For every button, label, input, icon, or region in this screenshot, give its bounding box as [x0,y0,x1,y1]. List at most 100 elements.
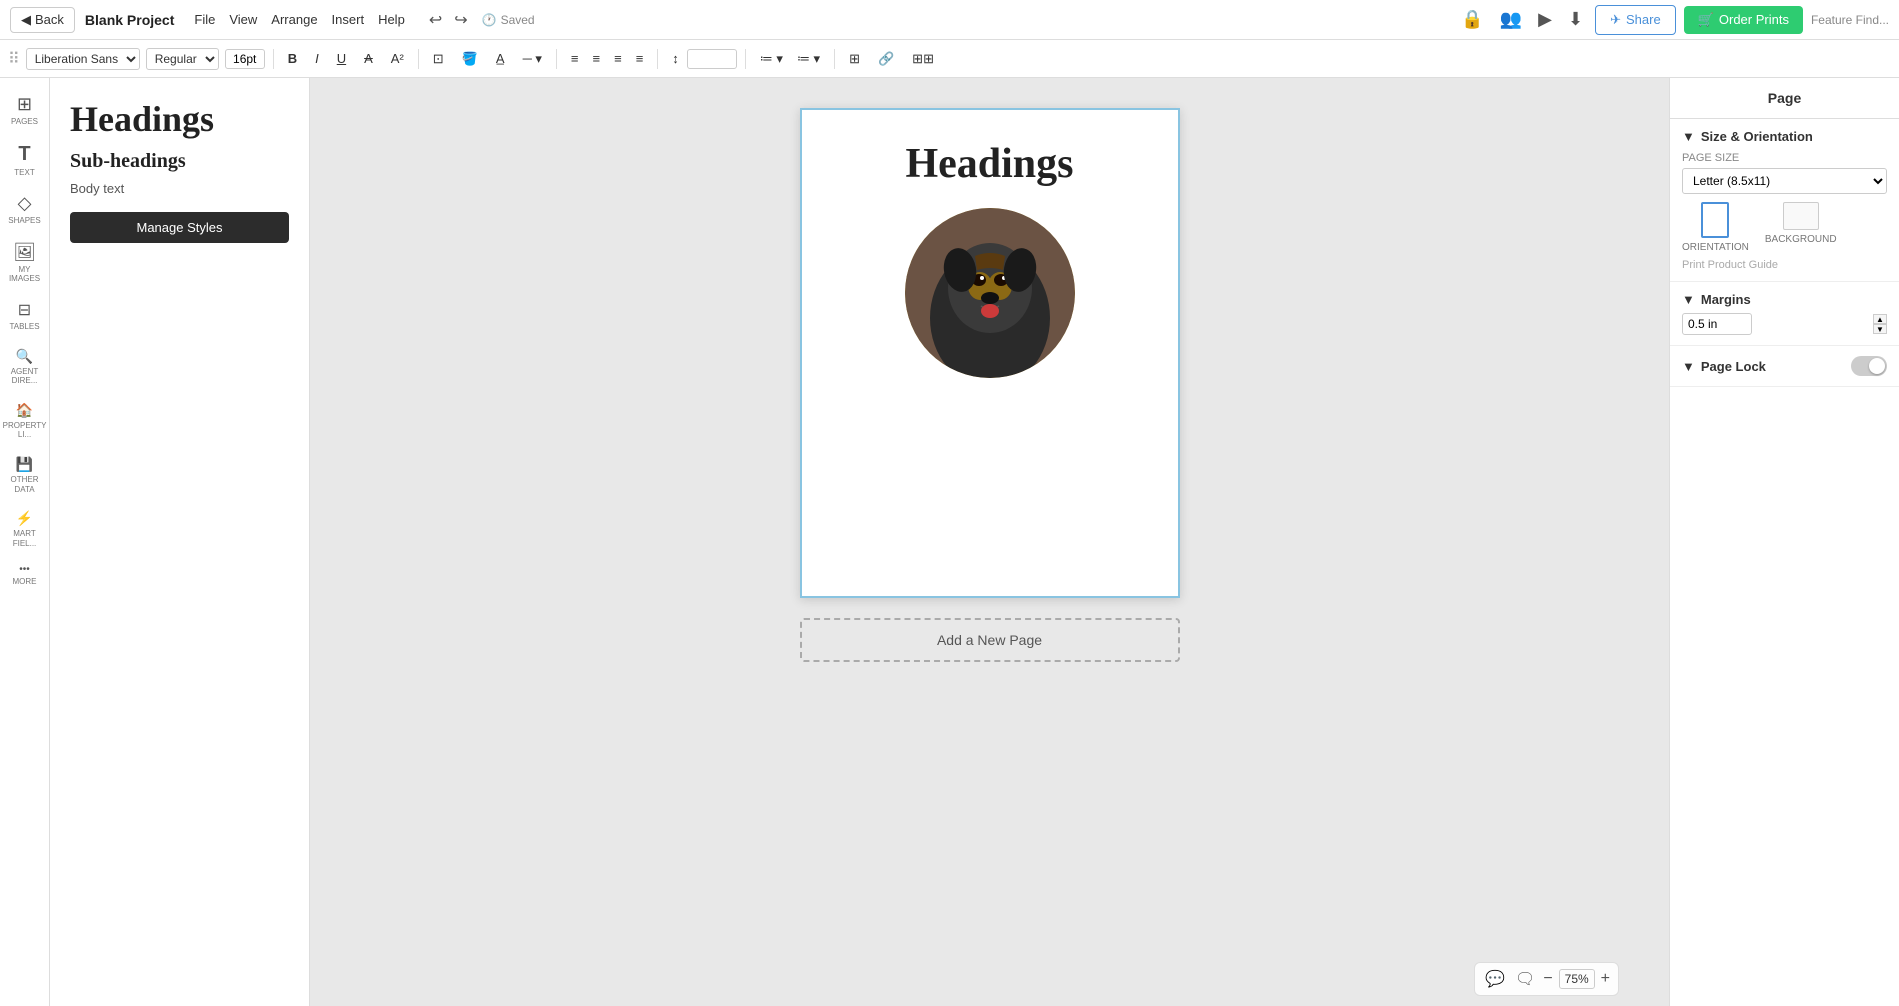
sidebar-item-more[interactable]: ••• MORE [3,558,47,593]
background-option[interactable]: BACKGROUND [1765,202,1837,253]
link-button[interactable]: 🔗 [872,48,900,70]
pages-icon: ⊞ [17,94,32,115]
mart-fiel-label: MART FIEL... [5,529,45,548]
saved-label-text: Saved [501,13,535,27]
sidebar-item-my-images[interactable]: 🖼 MY IMAGES [3,236,47,290]
saved-status: 🕐 Saved [482,13,535,27]
sidebar-item-text[interactable]: T TEXT [3,137,47,184]
share-button[interactable]: ✈ Share [1595,5,1676,35]
unordered-list-button[interactable]: ≔ ▾ [754,48,789,70]
page-size-select[interactable]: Letter (8.5x11) [1682,168,1887,194]
margins-increment-button[interactable]: ▲ [1873,314,1887,324]
italic-button[interactable]: I [309,48,325,69]
text-icon: T [18,143,30,166]
bottom-bar: 💬 🗨 − 75% + [1474,962,1619,996]
download-button[interactable]: ⬇ [1564,5,1587,34]
right-panel: Page ▼ Size & Orientation PAGE SIZE Lett… [1669,78,1899,1006]
divider-6 [834,49,835,69]
sidebar-item-pages[interactable]: ⊞ PAGES [3,88,47,133]
back-button[interactable]: ◀ Back [10,7,75,33]
back-arrow-icon: ◀ [21,12,31,28]
divider-2 [418,49,419,69]
text-label: TEXT [14,168,34,178]
sidebar-item-tables[interactable]: ⊟ TABLES [3,294,47,338]
dog-photo-svg [905,208,1075,378]
menu-bar: File View Arrange Insert Help [194,12,404,27]
preview-button[interactable]: ▶ [1534,5,1556,34]
other-data-label: OTHER DATA [5,475,45,494]
panel-body-text: Body text [70,181,289,196]
comment-button[interactable]: 💬 [1483,967,1507,991]
zoom-out-button[interactable]: − [1543,970,1552,988]
page-canvas[interactable]: Headings [800,108,1180,598]
zoom-level[interactable]: 75% [1559,969,1595,989]
font-size-input[interactable] [225,49,265,69]
divider-5 [745,49,746,69]
font-style-select[interactable]: Regular [146,48,219,70]
manage-styles-button[interactable]: Manage Styles [70,212,289,243]
margins-input[interactable] [1682,313,1752,335]
ordered-list-button[interactable]: ≔ ▾ [791,48,826,70]
share-label: Share [1626,12,1661,27]
menu-help[interactable]: Help [378,12,405,27]
strikethrough-button[interactable]: A [358,48,379,69]
divider-1 [273,49,274,69]
margins-spinner: ▲ ▼ [1873,314,1887,334]
size-orientation-toggle[interactable]: ▼ Size & Orientation [1682,129,1887,144]
menu-file[interactable]: File [194,12,215,27]
page-lock-label: Page Lock [1701,359,1766,374]
menu-insert[interactable]: Insert [332,12,365,27]
margins-section: ▼ Margins ▲ ▼ [1670,282,1899,346]
text-box-button[interactable]: ⊡ [427,48,450,70]
text-color-button[interactable]: A̲ [490,48,511,69]
line-height-input[interactable] [687,49,737,69]
font-family-select[interactable]: Liberation Sans [26,48,140,70]
agent-dir-icon: 🔍 [16,348,33,365]
margins-decrement-button[interactable]: ▼ [1873,324,1887,334]
menu-arrange[interactable]: Arrange [271,12,317,27]
sidebar-item-agent-dir[interactable]: 🔍 AGENT DIRE... [3,342,47,392]
align-right-button[interactable]: ≡ [630,48,650,69]
sidebar-item-shapes[interactable]: ◇ SHAPES [3,187,47,232]
size-orientation-label: Size & Orientation [1701,129,1813,144]
add-page-button[interactable]: Add a New Page [800,618,1180,662]
align-justify-button[interactable]: ≡ [608,48,628,69]
align-left-button[interactable]: ≡ [565,48,585,69]
menu-view[interactable]: View [229,12,257,27]
line-height-button[interactable]: ↕ [666,48,685,69]
toggle-knob [1869,358,1885,374]
components-button[interactable]: ⊞⊞ [906,48,940,70]
line-style-button[interactable]: ─ ▾ [517,48,548,70]
redo-button[interactable]: ↪ [450,8,471,32]
top-bar: ◀ Back Blank Project File View Arrange I… [0,0,1899,40]
drag-handle-icon: ⠿ [8,49,20,69]
zoom-in-button[interactable]: + [1601,970,1610,988]
collaborators-button[interactable]: 👥 [1496,5,1526,34]
superscript-button[interactable]: A² [385,48,410,69]
size-orientation-section: ▼ Size & Orientation PAGE SIZE Letter (8… [1670,119,1899,282]
align-center-button[interactable]: ≡ [587,48,607,69]
table-button[interactable]: ⊞ [843,48,866,70]
order-prints-button[interactable]: 🛒 Order Prints [1684,6,1803,34]
property-li-label: PROPERTY LI... [3,421,47,440]
shapes-icon: ◇ [18,193,32,214]
lock-button[interactable]: 🔒 [1457,5,1487,34]
panel-subheadings-text: Sub-headings [70,150,289,173]
sidebar-item-mart-fiel[interactable]: ⚡ MART FIEL... [3,504,47,554]
chat-button[interactable]: 🗨 [1513,967,1537,991]
page-lock-toggle[interactable] [1851,356,1887,376]
other-data-icon: 💾 [16,456,33,473]
mart-fiel-icon: ⚡ [16,510,33,527]
feature-find-link[interactable]: Feature Find... [1811,13,1889,27]
margins-toggle[interactable]: ▼ Margins [1682,292,1887,307]
sidebar-item-other-data[interactable]: 💾 OTHER DATA [3,450,47,500]
print-guide-link[interactable]: Print Product Guide [1682,259,1887,271]
underline-button[interactable]: U [331,48,352,69]
sidebar-item-property-li[interactable]: 🏠 PROPERTY LI... [3,396,47,446]
panel-headings-text: Headings [70,98,289,140]
bold-button[interactable]: B [282,48,303,69]
undo-button[interactable]: ↩ [425,8,446,32]
left-panel: Headings Sub-headings Body text Manage S… [50,78,310,1006]
fill-color-button[interactable]: 🪣 [456,48,484,70]
portrait-option[interactable]: ORIENTATION [1682,202,1749,253]
